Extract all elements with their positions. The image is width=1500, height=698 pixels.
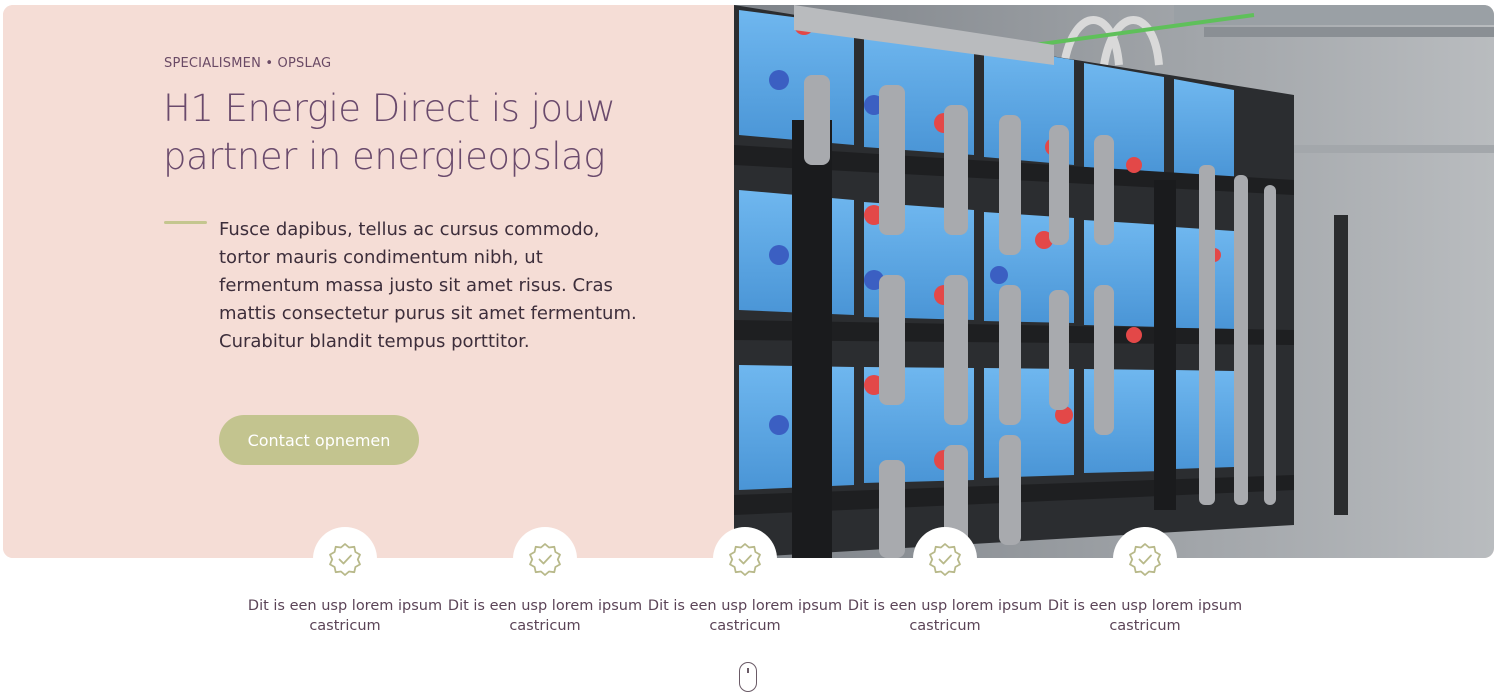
badge-check-icon — [1113, 527, 1177, 591]
battery-storage-photo — [734, 5, 1494, 558]
usp-label: Dit is een usp lorem ipsum castricum — [1047, 598, 1243, 634]
hero-section: SPECIALISMEN • OPSLAG H1 Energie Direct … — [3, 5, 1494, 558]
breadcrumb-eyebrow: SPECIALISMEN • OPSLAG — [164, 56, 332, 71]
contact-button[interactable]: Contact opnemen — [219, 415, 419, 465]
accent-divider — [164, 221, 207, 224]
usp-label: Dit is een usp lorem ipsum castricum — [647, 598, 843, 634]
page-title: H1 Energie Direct is jouw partner in ene… — [163, 87, 616, 178]
usp-label: Dit is een usp lorem ipsum castricum — [247, 598, 443, 634]
usp-list: Dit is een usp lorem ipsum castricum Dit… — [0, 527, 1500, 647]
hero-content: SPECIALISMEN • OPSLAG H1 Energie Direct … — [3, 5, 734, 558]
badge-check-icon — [913, 527, 977, 591]
badge-check-icon — [313, 527, 377, 591]
mouse-scroll-icon[interactable] — [739, 662, 757, 692]
badge-check-icon — [513, 527, 577, 591]
usp-label: Dit is een usp lorem ipsum castricum — [447, 598, 643, 634]
hero-description: Fusce dapibus, tellus ac cursus commodo,… — [219, 219, 637, 352]
badge-check-icon — [713, 527, 777, 591]
usp-label: Dit is een usp lorem ipsum castricum — [847, 598, 1043, 634]
